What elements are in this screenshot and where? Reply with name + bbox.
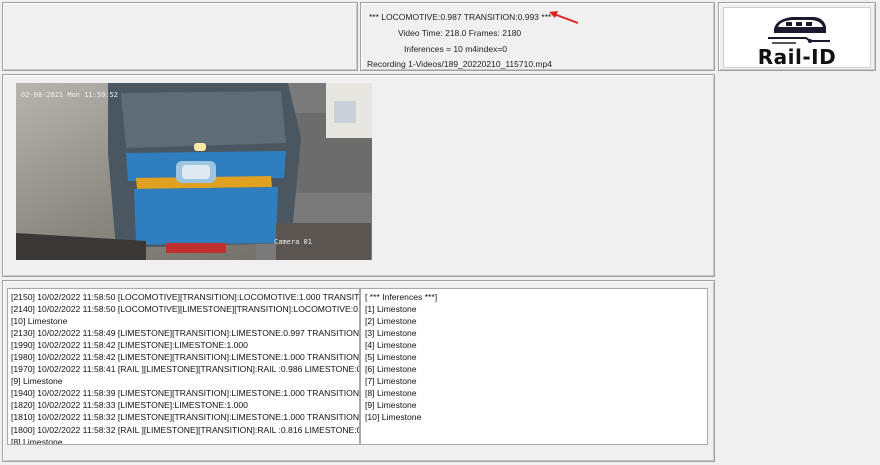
log-line: [2140] 10/02/2022 11:58:50 [LOCOMOTIVE][… [11, 304, 360, 315]
log-line: [2130] 10/02/2022 11:58:49 [LIMESTONE][T… [11, 328, 360, 339]
inference-item: [3] Limestone [365, 328, 417, 339]
log-line: [10] Limestone [11, 316, 68, 327]
rail-id-logo: Rail-ID [723, 7, 871, 69]
inference-item: [10] Limestone [365, 412, 422, 423]
inference-item: [7] Limestone [365, 376, 417, 387]
train-logo-icon [768, 17, 830, 44]
log-line: [1940] 10/02/2022 11:58:39 [LIMESTONE][T… [11, 388, 360, 399]
inferences-header: [ *** Inferences ***] [365, 292, 438, 302]
log-line: [1810] 10/02/2022 11:58:32 [LIMESTONE][T… [11, 412, 360, 423]
log-line: [8] Limestone [11, 436, 63, 445]
log-line: [1970] 10/02/2022 11:58:41 [RAIL ][LIMES… [11, 364, 360, 375]
inference-item: [5] Limestone [365, 352, 417, 363]
log-line: [1800] 10/02/2022 11:58:32 [RAIL ][LIMES… [11, 424, 360, 435]
inference-item: [4] Limestone [365, 340, 417, 351]
empty-panel [2, 2, 358, 71]
red-arrow-icon [549, 11, 579, 24]
logo-text: Rail-ID [757, 45, 837, 69]
detection-log-list[interactable]: [2150] 10/02/2022 11:58:50 [LOCOMOTIVE][… [7, 288, 360, 445]
logo-panel: Rail-ID [718, 2, 876, 71]
inference-item: [2] Limestone [365, 316, 417, 327]
inference-item: [1] Limestone [365, 304, 417, 315]
log-line: [1980] 10/02/2022 11:58:42 [LIMESTONE][T… [11, 352, 360, 363]
log-line: [2150] 10/02/2022 11:58:50 [LOCOMOTIVE][… [11, 292, 360, 302]
inference-item: [6] Limestone [365, 364, 417, 375]
camera-label: Camera 01 [274, 238, 312, 246]
camera-timestamp: 02-08-2021 Mon 11:50:52 [21, 91, 118, 99]
inference-item: [9] Limestone [365, 400, 417, 411]
log-line: [9] Limestone [11, 376, 63, 387]
log-line: [1990] 10/02/2022 11:58:42 [LIMESTONE]:L… [11, 340, 248, 351]
inference-item: [8] Limestone [365, 388, 417, 399]
camera-feed: 02-08-2021 Mon 11:50:52 Camera 01 [16, 83, 372, 260]
inferences-list[interactable]: [ *** Inferences ***] [1] Limestone [2] … [360, 288, 708, 445]
locomotive-image [16, 83, 372, 260]
inference-count-text: Inferences = 10 m4index=0 [404, 44, 508, 54]
log-line: [1820] 10/02/2022 11:58:33 [LIMESTONE]:L… [11, 400, 248, 411]
recording-path-text: Recording 1-Videos/189_20220210_115710.m… [367, 59, 552, 69]
status-panel: *** LOCOMOTIVE:0.987 TRANSITION:0.993 **… [360, 2, 715, 71]
logs-panel: [2150] 10/02/2022 11:58:50 [LOCOMOTIVE][… [2, 280, 715, 462]
video-panel: 02-08-2021 Mon 11:50:52 Camera 01 [2, 74, 715, 277]
video-time-text: Video Time: 218.0 Frames: 2180 [398, 28, 522, 38]
